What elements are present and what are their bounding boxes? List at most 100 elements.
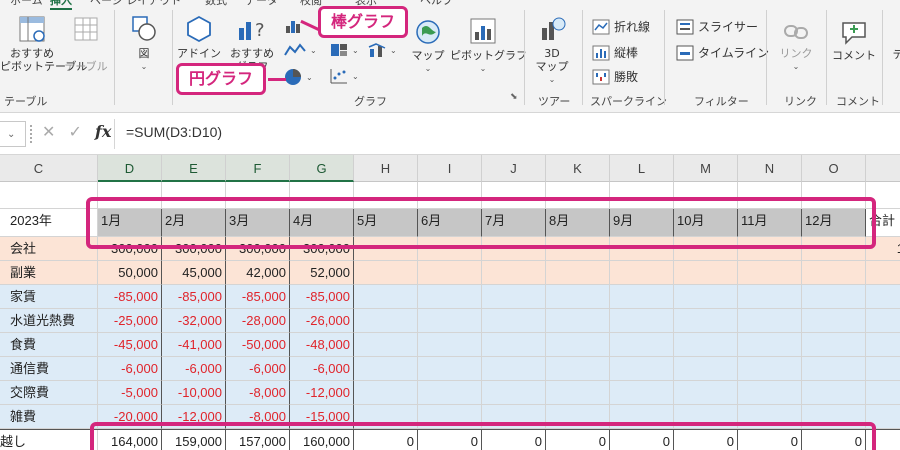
column-header-g[interactable]: G <box>290 155 354 182</box>
table-cell[interactable] <box>354 261 418 285</box>
cell[interactable] <box>674 182 738 209</box>
table-cell[interactable] <box>546 261 610 285</box>
month-header[interactable]: 2月 <box>162 209 226 237</box>
table-cell[interactable]: -41,000 <box>162 333 226 357</box>
total-cell[interactable]: -34 <box>866 285 900 309</box>
row-label[interactable]: 副業 <box>0 261 98 285</box>
illustrations-button[interactable]: 図 ⌄ <box>124 14 164 73</box>
table-cell[interactable] <box>354 381 418 405</box>
month-header[interactable]: 5月 <box>354 209 418 237</box>
table-cell[interactable]: -45,000 <box>98 333 162 357</box>
month-header[interactable]: 11月 <box>738 209 802 237</box>
charts-dialog-launcher-icon[interactable]: ⬊ <box>510 92 518 102</box>
table-cell[interactable]: 300,000 <box>290 237 354 261</box>
table-cell[interactable]: 300,000 <box>98 237 162 261</box>
total-cell[interactable]: -11 <box>866 309 900 333</box>
column-header-i[interactable]: I <box>418 155 482 182</box>
table-cell[interactable] <box>738 285 802 309</box>
table-cell[interactable] <box>674 261 738 285</box>
table-cell[interactable]: -48,000 <box>290 333 354 357</box>
table-cell[interactable] <box>546 309 610 333</box>
row-label[interactable]: 家賃 <box>0 285 98 309</box>
table-cell[interactable] <box>802 357 866 381</box>
cell[interactable] <box>482 182 546 209</box>
total-cell[interactable]: -4 <box>866 381 900 405</box>
total-cell[interactable]: -5 <box>866 405 900 429</box>
formula-input[interactable]: =SUM(D3:D10) <box>126 124 222 140</box>
table-cell[interactable] <box>482 381 546 405</box>
table-cell[interactable] <box>610 237 674 261</box>
table-cell[interactable] <box>354 357 418 381</box>
slicer-button[interactable]: スライサー <box>676 18 758 35</box>
table-cell[interactable] <box>354 237 418 261</box>
table-cell[interactable] <box>610 405 674 429</box>
column-header-m[interactable]: M <box>674 155 738 182</box>
table-cell[interactable] <box>610 285 674 309</box>
column-header-e[interactable]: E <box>162 155 226 182</box>
total-cell[interactable]: -2 <box>866 357 900 381</box>
table-cell[interactable] <box>674 381 738 405</box>
row-label[interactable]: 雑費 <box>0 405 98 429</box>
table-cell[interactable]: 300,000 <box>226 237 290 261</box>
table-cell[interactable] <box>418 381 482 405</box>
column-header-k[interactable]: K <box>546 155 610 182</box>
table-cell[interactable]: -85,000 <box>98 285 162 309</box>
recommended-pivot-table-button[interactable]: おすすめ ピボットテーブル <box>0 14 87 73</box>
table-cell[interactable]: -6,000 <box>162 357 226 381</box>
carry-total-cell[interactable]: 64 <box>866 430 900 450</box>
table-cell[interactable]: -8,000 <box>226 405 290 429</box>
hierarchy-chart-button[interactable]: ⌄ <box>330 42 359 58</box>
table-cell[interactable] <box>482 309 546 333</box>
table-cell[interactable] <box>418 261 482 285</box>
formula-bar-grip[interactable] <box>30 125 32 143</box>
row-label-year[interactable]: 2023年 <box>0 209 98 237</box>
column-header-f[interactable]: F <box>226 155 290 182</box>
table-cell[interactable] <box>482 261 546 285</box>
tab-help[interactable]: ヘルプ <box>420 0 453 8</box>
pivot-chart-button[interactable]: ピボットグラフ ⌄ <box>450 16 527 75</box>
column-header-l[interactable]: L <box>610 155 674 182</box>
table-cell[interactable]: -28,000 <box>226 309 290 333</box>
table-cell[interactable] <box>482 285 546 309</box>
comment-button[interactable]: コメント <box>832 18 876 62</box>
table-cell[interactable]: -26,000 <box>290 309 354 333</box>
carry-cell[interactable]: 0 <box>418 430 482 450</box>
carry-cell[interactable]: 160,000 <box>290 430 354 450</box>
month-header[interactable]: 7月 <box>482 209 546 237</box>
tab-review[interactable]: 校閲 <box>300 0 322 8</box>
combo-chart-button[interactable]: ⌄ <box>368 42 397 58</box>
cell[interactable] <box>546 182 610 209</box>
table-cell[interactable] <box>738 333 802 357</box>
cell[interactable] <box>290 182 354 209</box>
sparkline-winloss-button[interactable]: 勝敗 <box>592 68 638 85</box>
table-cell[interactable]: -5,000 <box>98 381 162 405</box>
tab-data[interactable]: データ <box>245 0 278 8</box>
pie-chart-button[interactable]: ⌄ <box>284 68 313 86</box>
table-cell[interactable] <box>546 381 610 405</box>
cell[interactable] <box>162 182 226 209</box>
table-cell[interactable]: -6,000 <box>226 357 290 381</box>
cell[interactable] <box>354 182 418 209</box>
column-header-h[interactable]: H <box>354 155 418 182</box>
table-cell[interactable] <box>738 237 802 261</box>
table-cell[interactable]: 42,000 <box>226 261 290 285</box>
table-cell[interactable] <box>674 405 738 429</box>
month-header[interactable]: 8月 <box>546 209 610 237</box>
link-button[interactable]: リンク ⌄ <box>774 20 818 73</box>
total-cell[interactable]: -18 <box>866 333 900 357</box>
carry-cell[interactable]: 0 <box>482 430 546 450</box>
table-cell[interactable]: -8,000 <box>226 381 290 405</box>
table-cell[interactable] <box>802 261 866 285</box>
row-label[interactable]: 水道光熱費 <box>0 309 98 333</box>
table-cell[interactable]: 45,000 <box>162 261 226 285</box>
carry-cell[interactable]: 0 <box>610 430 674 450</box>
table-cell[interactable] <box>354 309 418 333</box>
table-cell[interactable] <box>482 405 546 429</box>
sparkline-column-button[interactable]: 縦棒 <box>592 44 638 61</box>
table-cell[interactable]: -25,000 <box>98 309 162 333</box>
table-cell[interactable]: -12,000 <box>162 405 226 429</box>
row-label[interactable]: 食費 <box>0 333 98 357</box>
addins-button[interactable]: アドイン <box>176 14 222 60</box>
table-cell[interactable] <box>610 333 674 357</box>
cell[interactable] <box>0 182 98 209</box>
